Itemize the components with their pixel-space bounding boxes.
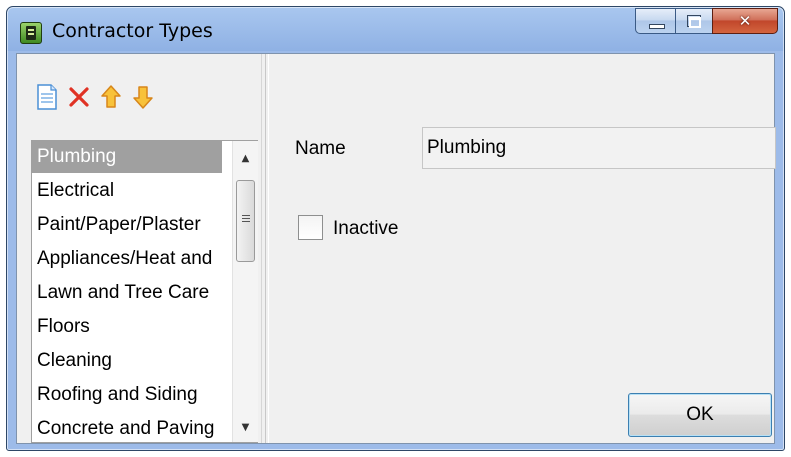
list-item[interactable]: Appliances/Heat and: [32, 243, 232, 275]
name-field[interactable]: Plumbing: [422, 127, 776, 169]
new-document-icon: [37, 84, 57, 110]
arrow-up-icon: [101, 85, 121, 108]
name-label: Name: [295, 138, 346, 159]
list-item[interactable]: Plumbing: [32, 141, 222, 173]
list-item[interactable]: Concrete and Paving: [32, 413, 232, 442]
contractor-type-list[interactable]: Plumbing Electrical Paint/Paper/Plaster …: [31, 140, 258, 443]
window-title: Contractor Types: [52, 20, 213, 42]
list-scrollbar[interactable]: ▲ ▼: [232, 141, 258, 442]
list-item[interactable]: Floors: [32, 311, 232, 343]
list-toolbar: [31, 82, 159, 112]
panel-splitter[interactable]: [261, 54, 272, 443]
list-item[interactable]: Cleaning: [32, 345, 232, 377]
left-panel: Plumbing Electrical Paint/Paper/Plaster …: [17, 54, 261, 443]
scroll-up-arrow-icon[interactable]: ▲: [233, 149, 258, 169]
minimize-icon: [649, 24, 665, 29]
dialog-client-area: Plumbing Electrical Paint/Paper/Plaster …: [16, 53, 776, 444]
dialog-window: Contractor Types ✕ Plumbing Electrical P…: [6, 6, 785, 451]
detail-panel: Name Plumbing Inactive OK: [273, 54, 776, 443]
delete-button[interactable]: [63, 82, 95, 112]
move-up-button[interactable]: [95, 82, 127, 112]
inactive-label[interactable]: Inactive: [333, 218, 398, 240]
app-icon: [20, 22, 42, 44]
list-item[interactable]: Paint/Paper/Plaster: [32, 209, 232, 241]
new-button[interactable]: [31, 82, 63, 112]
delete-x-icon: [69, 87, 89, 107]
title-bar[interactable]: Contractor Types ✕: [7, 7, 784, 53]
scroll-down-arrow-icon[interactable]: ▼: [233, 418, 258, 438]
scroll-thumb[interactable]: [236, 180, 255, 262]
move-down-button[interactable]: [127, 82, 159, 112]
inactive-checkbox[interactable]: [298, 215, 323, 240]
maximize-icon: [687, 15, 701, 28]
close-button[interactable]: ✕: [712, 8, 778, 34]
ok-button[interactable]: OK: [628, 393, 772, 437]
caption-buttons: ✕: [635, 8, 778, 35]
minimize-button[interactable]: [635, 8, 675, 34]
close-icon: ✕: [738, 12, 752, 30]
maximize-button[interactable]: [675, 8, 712, 34]
list-item[interactable]: Lawn and Tree Care: [32, 277, 232, 309]
arrow-down-icon: [133, 86, 153, 109]
list-item[interactable]: Roofing and Siding: [32, 379, 232, 411]
list-item[interactable]: Electrical: [32, 175, 232, 207]
